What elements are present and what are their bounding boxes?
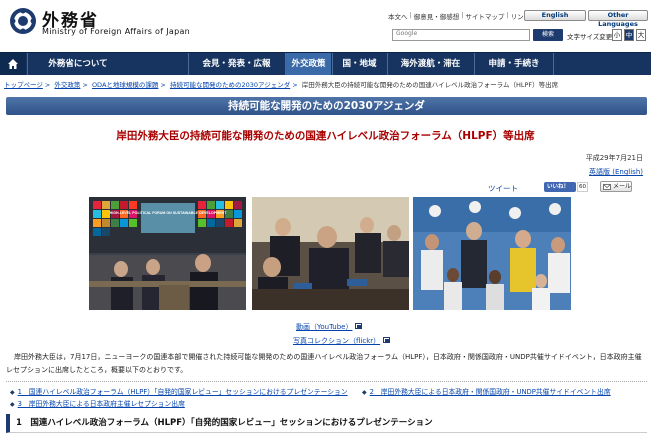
util-link-feedback[interactable]: 御意見・御感想 — [412, 11, 462, 21]
nav-item-about[interactable]: 外務省について — [27, 53, 128, 75]
photo-link-text[interactable]: 写真コレクション（flickr） — [293, 337, 380, 345]
font-size-label: 文字サイズ変更 — [567, 33, 613, 41]
video-link-text[interactable]: 動画（YouTube） — [296, 323, 352, 331]
photo-1-image: HIGH-LEVEL POLITICAL FORUM ON SUSTAINABL… — [89, 197, 246, 310]
photo-1-caption: HIGH-LEVEL POLITICAL FORUM ON SUSTAINABL… — [110, 211, 228, 215]
publish-date: 平成29年7月21日 — [585, 154, 643, 162]
nav-item-diplomatic-policy[interactable]: 外交政策 — [285, 53, 331, 75]
table-of-contents: ◆ 1 国連ハイレベル政治フォーラム（HLPF）「自発的国家レビュー」セッションに… — [6, 381, 647, 408]
toc-link-1[interactable]: 1 国連ハイレベル政治フォーラム（HLPF）「自発的国家レビュー」セッションにお… — [18, 388, 348, 396]
nav-item-countries[interactable]: 国・地域 — [332, 53, 386, 75]
page-title: 岸田外務大臣の持続可能な開発のための国連ハイレベル政治フォーラム（HLPF）等出… — [116, 130, 535, 142]
site-logo-subtitle[interactable]: Ministry of Foreign Affairs of Japan — [42, 27, 190, 36]
search-button[interactable]: 検索 — [533, 29, 563, 41]
main-navigation: 外務省について 会見・発表・広報 外交政策 国・地域 海外渡航・滞在 申請・手続… — [0, 52, 651, 75]
toc-link-3[interactable]: 3 岸田外務大臣による日本政府主催レセプション出席 — [18, 400, 185, 408]
nav-item-travel[interactable]: 海外渡航・滞在 — [387, 53, 473, 75]
toc-item-1[interactable]: ◆ 1 国連ハイレベル政治フォーラム（HLPF）「自発的国家レビュー」セッションに… — [10, 386, 348, 396]
util-link-sitemap[interactable]: サイトマップ — [463, 11, 506, 21]
tweet-button[interactable]: ツイート — [488, 183, 518, 194]
breadcrumb-agenda[interactable]: 持続可能な開発のための2030アジェンダ — [170, 81, 290, 89]
section-title: 持続可能な開発のための2030アジェンダ — [228, 100, 425, 112]
photo-minister-speech[interactable]: HIGH-LEVEL POLITICAL FORUM ON SUSTAINABL… — [89, 197, 246, 310]
english-version-link[interactable]: 英語版 (English) — [589, 167, 643, 177]
photo-collection-link[interactable]: 写真コレクション（flickr） — [293, 336, 391, 346]
breadcrumb-oda[interactable]: ODAと地球規模の課題 — [92, 81, 158, 89]
section-heading-1: 1 国連ハイレベル政治フォーラム（HLPF）「自発的国家レビュー」セッションにお… — [6, 414, 647, 433]
mofa-emblem-icon[interactable] — [8, 6, 38, 36]
mail-button[interactable]: メール — [600, 181, 632, 192]
breadcrumb: トップページ > 外交政策 > ODAと地球規模の課題 > 持続可能な開発のための20… — [4, 81, 559, 89]
util-link-skip[interactable]: 本文へ — [386, 11, 410, 21]
arrow-right-icon: ◆ — [10, 401, 15, 408]
nav-item-press[interactable]: 会見・発表・広報 — [188, 53, 284, 75]
home-icon — [8, 59, 18, 69]
external-link-icon — [355, 323, 363, 329]
site-header: 外務省 Ministry of Foreign Affairs of Japan… — [0, 0, 651, 52]
font-size-small-button[interactable]: 小 — [612, 29, 622, 41]
other-languages-button[interactable]: Other Languages — [588, 10, 648, 28]
arrow-right-icon: ◆ — [10, 389, 15, 396]
font-size-large-button[interactable]: 大 — [636, 29, 646, 41]
mail-icon — [603, 184, 611, 190]
section-title-bar: 持続可能な開発のための2030アジェンダ — [6, 97, 647, 115]
breadcrumb-current: 岸田外務大臣の持続可能な開発のための国連ハイレベル政治フォーラム（HLPF）等出… — [301, 81, 559, 89]
breadcrumb-policy[interactable]: 外交政策 — [54, 81, 80, 89]
toc-link-2[interactable]: 2 岸田外務大臣による日本政府・関係国政府・UNDP共催サイドイベント出席 — [370, 388, 611, 396]
photo-2-image — [252, 197, 409, 310]
nav-item-applications[interactable]: 申請・手続き — [474, 53, 554, 75]
photo-side-event-children[interactable] — [413, 197, 571, 310]
photo-minister-seated[interactable] — [252, 197, 409, 310]
toc-item-3[interactable]: ◆ 3 岸田外務大臣による日本政府主催レセプション出席 — [10, 398, 185, 408]
breadcrumb-top[interactable]: トップページ — [4, 81, 43, 89]
english-button[interactable]: English — [524, 10, 586, 21]
external-link-icon — [383, 337, 391, 343]
arrow-right-icon: ◆ — [362, 389, 367, 396]
facebook-like-button[interactable]: いいね！ — [544, 182, 576, 192]
nav-home-button[interactable] — [0, 53, 26, 75]
video-link[interactable]: 動画（YouTube） — [296, 322, 363, 332]
font-size-medium-button[interactable]: 中 — [624, 29, 634, 41]
utility-links: 本文へ| 御意見・御感想| サイトマップ| リンク集 — [386, 11, 539, 21]
mail-label: メール — [613, 183, 632, 190]
toc-item-2[interactable]: ◆ 2 岸田外務大臣による日本政府・関係国政府・UNDP共催サイドイベント出席 — [362, 386, 611, 396]
search-input[interactable]: Google — [392, 29, 530, 41]
photo-3-image — [413, 197, 571, 310]
facebook-like-count: 60 — [577, 182, 588, 192]
intro-paragraph: 岸田外務大臣は，7月17日，ニューヨークの国連本部で開催された持続可能な開発のた… — [6, 353, 642, 374]
